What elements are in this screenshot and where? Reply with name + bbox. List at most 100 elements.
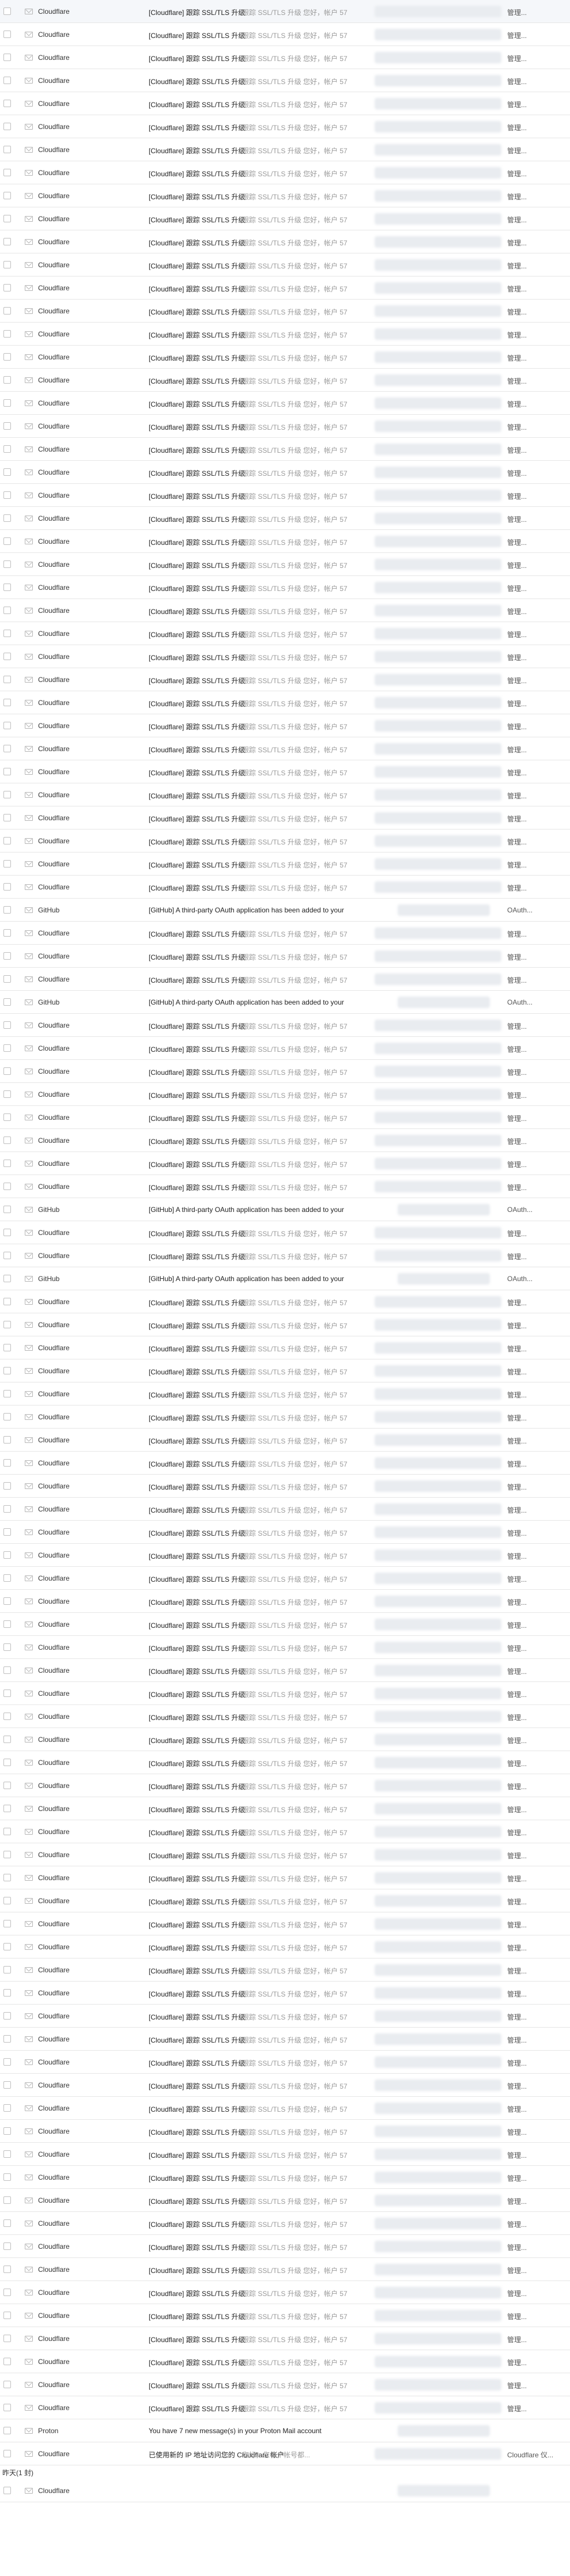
mail-row[interactable]: Cloudflare [Cloudflare] 跟踪 SSL/TLS 升级 跟踪 S… (0, 829, 570, 853)
row-checkbox[interactable] (3, 1505, 11, 1513)
row-checkbox[interactable] (3, 2358, 11, 2365)
mail-row[interactable]: Cloudflare [Cloudflare] 跟踪 SSL/TLS 升级 跟踪 S… (0, 1912, 570, 1935)
mail-row[interactable]: Cloudflare [Cloudflare] 跟踪 SSL/TLS 升级 跟踪 S… (0, 1359, 570, 1382)
mail-row[interactable]: Cloudflare [Cloudflare] 跟踪 SSL/TLS 升级 跟踪 S… (0, 1152, 570, 1175)
mail-row[interactable]: Cloudflare [Cloudflare] 跟踪 SSL/TLS 升级 跟踪 S… (0, 806, 570, 829)
mail-row[interactable]: Cloudflare [Cloudflare] 跟踪 SSL/TLS 升级 跟踪 S… (0, 1728, 570, 1751)
mail-row[interactable]: Cloudflare [Cloudflare] 跟踪 SSL/TLS 升级 跟踪 S… (0, 1244, 570, 1267)
mail-row[interactable]: Cloudflare [Cloudflare] 跟踪 SSL/TLS 升级 跟踪 S… (0, 1083, 570, 1106)
mail-row[interactable]: Cloudflare [Cloudflare] 跟踪 SSL/TLS 升级 跟踪 S… (0, 1129, 570, 1152)
row-checkbox[interactable] (3, 1183, 11, 1190)
mail-row[interactable]: GitHub [GitHub] A third-party OAuth appli… (0, 1267, 570, 1290)
mail-row[interactable]: Cloudflare [Cloudflare] 跟踪 SSL/TLS 升级 跟踪 S… (0, 300, 570, 323)
row-checkbox[interactable] (3, 1528, 11, 1536)
row-checkbox[interactable] (3, 676, 11, 683)
row-checkbox[interactable] (3, 975, 11, 983)
row-checkbox[interactable] (3, 745, 11, 752)
mail-row[interactable]: Cloudflare [Cloudflare] 跟踪 SSL/TLS 升级 跟踪 S… (0, 737, 570, 760)
mail-row[interactable]: Cloudflare [Cloudflare] 跟踪 SSL/TLS 升级 跟踪 S… (0, 1982, 570, 2005)
row-checkbox[interactable] (3, 998, 11, 1006)
mail-row[interactable]: Cloudflare [Cloudflare] 跟踪 SSL/TLS 升级 跟踪 S… (0, 922, 570, 945)
mail-row[interactable]: Cloudflare [Cloudflare] 跟踪 SSL/TLS 升级 跟踪 S… (0, 2051, 570, 2074)
mail-row[interactable]: Cloudflare [Cloudflare] 跟踪 SSL/TLS 升级 跟踪 S… (0, 323, 570, 346)
row-checkbox[interactable] (3, 1597, 11, 1605)
row-checkbox[interactable] (3, 1344, 11, 1351)
mail-row[interactable]: Cloudflare [Cloudflare] 跟踪 SSL/TLS 升级 跟踪 S… (0, 23, 570, 46)
row-checkbox[interactable] (3, 330, 11, 338)
row-checkbox[interactable] (3, 2242, 11, 2250)
mail-row[interactable]: Cloudflare [Cloudflare] 跟踪 SSL/TLS 升级 跟踪 S… (0, 2327, 570, 2350)
row-checkbox[interactable] (3, 353, 11, 361)
row-checkbox[interactable] (3, 307, 11, 315)
mail-row[interactable]: Cloudflare [Cloudflare] 跟踪 SSL/TLS 升级 跟踪 S… (0, 1613, 570, 1636)
row-checkbox[interactable] (3, 1137, 11, 1144)
mail-row[interactable]: Cloudflare [Cloudflare] 跟踪 SSL/TLS 升级 跟踪 S… (0, 1382, 570, 1406)
mail-row[interactable]: Cloudflare [Cloudflare] 跟踪 SSL/TLS 升级 跟踪 S… (0, 1889, 570, 1912)
row-checkbox[interactable] (3, 1021, 11, 1029)
row-checkbox[interactable] (3, 2012, 11, 2020)
row-checkbox[interactable] (3, 584, 11, 591)
row-checkbox[interactable] (3, 2196, 11, 2204)
mail-row[interactable]: GitHub [GitHub] A third-party OAuth appli… (0, 1198, 570, 1221)
mail-row[interactable]: Cloudflare [Cloudflare] 跟踪 SSL/TLS 升级 跟踪 S… (0, 1060, 570, 1083)
row-checkbox[interactable] (3, 2150, 11, 2158)
mail-row[interactable]: Cloudflare [Cloudflare] 跟踪 SSL/TLS 升级 跟踪 S… (0, 92, 570, 115)
row-checkbox[interactable] (3, 2289, 11, 2296)
row-checkbox[interactable] (3, 1482, 11, 1490)
mail-row[interactable]: Cloudflare (0, 2479, 570, 2502)
row-checkbox[interactable] (3, 653, 11, 660)
mail-row[interactable]: Cloudflare [Cloudflare] 跟踪 SSL/TLS 升级 跟踪 S… (0, 115, 570, 138)
mail-row[interactable]: Cloudflare [Cloudflare] 跟踪 SSL/TLS 升级 跟踪 S… (0, 1935, 570, 1958)
row-checkbox[interactable] (3, 2104, 11, 2112)
mail-row[interactable]: Cloudflare [Cloudflare] 跟踪 SSL/TLS 升级 跟踪 S… (0, 1106, 570, 1129)
mail-row[interactable]: Cloudflare [Cloudflare] 跟踪 SSL/TLS 升级 跟踪 S… (0, 138, 570, 161)
row-checkbox[interactable] (3, 2058, 11, 2066)
mail-row[interactable]: Cloudflare [Cloudflare] 跟踪 SSL/TLS 升级 跟踪 S… (0, 1313, 570, 1336)
row-checkbox[interactable] (3, 1044, 11, 1052)
mail-row[interactable]: Cloudflare [Cloudflare] 跟踪 SSL/TLS 升级 跟踪 S… (0, 2166, 570, 2189)
row-checkbox[interactable] (3, 1367, 11, 1374)
mail-row[interactable]: GitHub [GitHub] A third-party OAuth appli… (0, 991, 570, 1014)
mail-row[interactable]: Cloudflare [Cloudflare] 跟踪 SSL/TLS 升级 跟踪 S… (0, 1475, 570, 1498)
mail-row[interactable]: Cloudflare [Cloudflare] 跟踪 SSL/TLS 升级 跟踪 S… (0, 2373, 570, 2396)
mail-row[interactable]: Proton You have 7 new message(s) in your … (0, 2419, 570, 2442)
row-checkbox[interactable] (3, 929, 11, 937)
row-checkbox[interactable] (3, 2427, 11, 2434)
row-checkbox[interactable] (3, 468, 11, 476)
mail-row[interactable]: Cloudflare [Cloudflare] 跟踪 SSL/TLS 升级 跟踪 S… (0, 2143, 570, 2166)
row-checkbox[interactable] (3, 1736, 11, 1743)
mail-row[interactable]: Cloudflare [Cloudflare] 跟踪 SSL/TLS 升级 跟踪 S… (0, 1498, 570, 1521)
mail-row[interactable]: Cloudflare [Cloudflare] 跟踪 SSL/TLS 升级 跟踪 S… (0, 253, 570, 276)
mail-row[interactable]: Cloudflare [Cloudflare] 跟踪 SSL/TLS 升级 跟踪 S… (0, 945, 570, 968)
mail-row[interactable]: Cloudflare [Cloudflare] 跟踪 SSL/TLS 升级 跟踪 S… (0, 1843, 570, 1866)
mail-row[interactable]: Cloudflare [Cloudflare] 跟踪 SSL/TLS 升级 跟踪 S… (0, 346, 570, 369)
mail-row[interactable]: Cloudflare [Cloudflare] 跟踪 SSL/TLS 升级 跟踪 S… (0, 2074, 570, 2097)
row-checkbox[interactable] (3, 906, 11, 914)
row-checkbox[interactable] (3, 1713, 11, 1720)
row-checkbox[interactable] (3, 2381, 11, 2388)
mail-row[interactable]: Cloudflare [Cloudflare] 跟踪 SSL/TLS 升级 跟踪 S… (0, 1866, 570, 1889)
mail-row[interactable]: Cloudflare [Cloudflare] 跟踪 SSL/TLS 升级 跟踪 S… (0, 553, 570, 576)
row-checkbox[interactable] (3, 791, 11, 798)
row-checkbox[interactable] (3, 2450, 11, 2457)
mail-row[interactable]: Cloudflare [Cloudflare] 跟踪 SSL/TLS 升级 跟踪 S… (0, 2120, 570, 2143)
row-checkbox[interactable] (3, 1113, 11, 1121)
row-checkbox[interactable] (3, 768, 11, 775)
row-checkbox[interactable] (3, 169, 11, 176)
row-checkbox[interactable] (3, 1413, 11, 1420)
mail-row[interactable]: Cloudflare [Cloudflare] 跟踪 SSL/TLS 升级 跟踪 S… (0, 46, 570, 69)
mail-row[interactable]: Cloudflare [Cloudflare] 跟踪 SSL/TLS 升级 跟踪 S… (0, 415, 570, 438)
row-checkbox[interactable] (3, 1160, 11, 1167)
row-checkbox[interactable] (3, 630, 11, 637)
mail-row[interactable]: Cloudflare [Cloudflare] 跟踪 SSL/TLS 升级 跟踪 S… (0, 645, 570, 668)
row-checkbox[interactable] (3, 860, 11, 867)
mail-row[interactable]: Cloudflare [Cloudflare] 跟踪 SSL/TLS 升级 跟踪 S… (0, 622, 570, 645)
row-checkbox[interactable] (3, 699, 11, 706)
row-checkbox[interactable] (3, 1620, 11, 1628)
mail-row[interactable]: Cloudflare [Cloudflare] 跟踪 SSL/TLS 升级 跟踪 S… (0, 369, 570, 392)
row-checkbox[interactable] (3, 192, 11, 199)
mail-row[interactable]: Cloudflare [Cloudflare] 跟踪 SSL/TLS 升级 跟踪 S… (0, 576, 570, 599)
row-checkbox[interactable] (3, 607, 11, 614)
row-checkbox[interactable] (3, 1574, 11, 1582)
row-checkbox[interactable] (3, 1828, 11, 1835)
